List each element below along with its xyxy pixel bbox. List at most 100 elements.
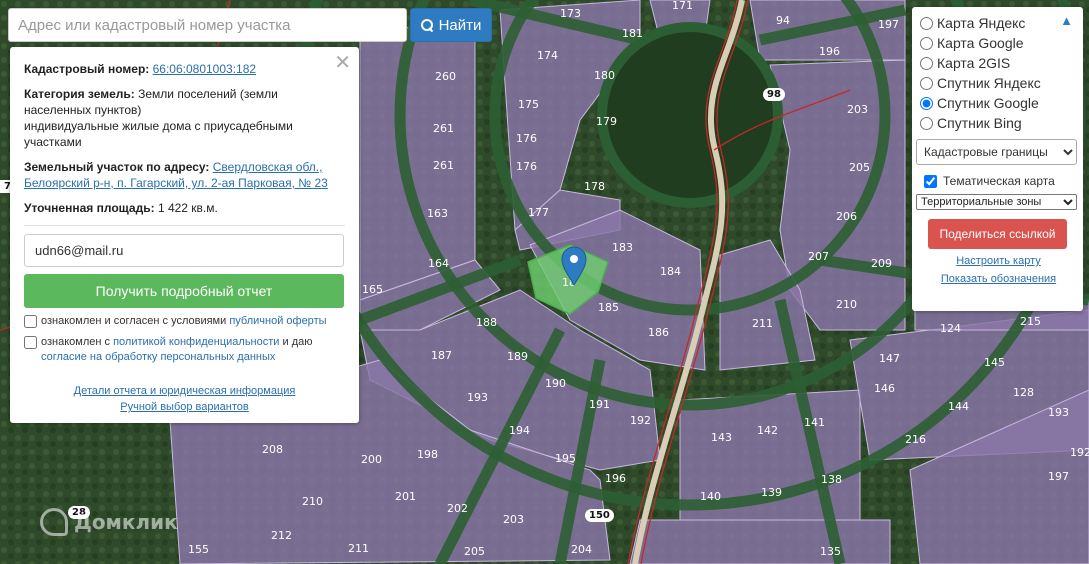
plot-number-label: 261	[433, 122, 454, 135]
watermark-text: Домклик	[74, 510, 178, 534]
plot-number-label: 216	[905, 433, 926, 446]
road-number-label: 150	[585, 509, 614, 522]
plot-number-label: 140	[700, 490, 721, 503]
plot-number-label: 190	[545, 377, 566, 390]
privacy-consent-mid: и даю	[282, 336, 313, 348]
plot-number-label: 186	[648, 326, 669, 339]
plot-number-label: 196	[819, 45, 840, 58]
boundaries-select[interactable]: Кадастровые границы	[916, 139, 1077, 165]
base-layer-option[interactable]: Карта Google	[920, 33, 1077, 53]
land-use-value: индивидуальные жилые дома с приусадебным…	[24, 119, 293, 149]
base-layer-label: Карта Google	[937, 35, 1024, 51]
close-icon[interactable]: ✕	[334, 53, 351, 73]
plot-number-label: 173	[560, 7, 581, 20]
base-layer-label: Спутник Google	[937, 95, 1039, 111]
base-layer-option[interactable]: Карта 2GIS	[920, 53, 1077, 73]
domclick-watermark: Домклик	[40, 508, 178, 536]
address-search-input[interactable]	[8, 8, 407, 42]
area-value: 1 422 кв.м.	[157, 201, 218, 215]
map-layer-panel: ▲ Карта Яндекс Карта Google Карта 2GIS Спут…	[912, 7, 1083, 311]
thematic-map-row[interactable]: Тематическая карта	[924, 174, 1077, 188]
show-legend-link[interactable]: Показать обозначения	[920, 273, 1077, 285]
base-layer-option[interactable]: Спутник Яндекс	[920, 73, 1077, 93]
plot-number-label: 203	[847, 103, 868, 116]
plot-number-label: 164	[428, 257, 449, 270]
get-report-button[interactable]: Получить подробный отчет	[24, 274, 344, 308]
base-layer-radio[interactable]	[920, 116, 933, 130]
plot-number-label: 211	[752, 317, 773, 330]
road-number-label: 98	[763, 88, 785, 101]
plot-number-label: 155	[188, 543, 209, 556]
plot-number-label: 171	[672, 0, 693, 12]
plot-number-label: 176	[516, 132, 537, 145]
data-processing-consent-link[interactable]: согласие на обработку персональных данны…	[41, 351, 275, 363]
plot-number-label: 202	[447, 502, 468, 515]
base-layer-option[interactable]: Спутник Google	[920, 93, 1077, 113]
base-layer-radio[interactable]	[920, 76, 933, 90]
info-footer-links: Детали отчета и юридическая информация Р…	[10, 383, 359, 415]
plot-number-label: 145	[984, 356, 1005, 369]
base-layer-radio[interactable]	[920, 16, 933, 30]
plot-number-label: 215	[1020, 315, 1041, 328]
thematic-map-checkbox[interactable]	[924, 174, 937, 188]
divider	[24, 225, 345, 226]
plot-number-label: 139	[761, 486, 782, 499]
base-layer-radio[interactable]	[920, 96, 933, 110]
territorial-zones-select[interactable]: Территориальные зоны	[916, 194, 1077, 210]
plot-number-label: 187	[431, 349, 452, 362]
base-layer-option[interactable]: Карта Яндекс	[920, 13, 1077, 33]
chevron-up-icon[interactable]: ▲	[1060, 13, 1073, 28]
configure-map-link[interactable]: Настроить карту	[920, 255, 1077, 267]
cadastral-number-row: Кадастровый номер: 66:06:0801003:182	[24, 61, 345, 77]
offer-consent-row[interactable]: ознакомлен и согласен с условиями публич…	[24, 314, 345, 329]
manual-selection-link[interactable]: Ручной выбор вариантов	[10, 399, 359, 415]
plot-number-label: 194	[509, 424, 530, 437]
base-layer-radio[interactable]	[920, 36, 933, 50]
plot-number-label: 183	[612, 241, 633, 254]
plot-number-label: 192	[630, 414, 651, 427]
base-layer-options: Карта Яндекс Карта Google Карта 2GIS Спутни…	[920, 13, 1077, 133]
plot-number-label: 201	[395, 490, 416, 503]
plot-number-label: 141	[804, 416, 825, 429]
report-details-link[interactable]: Детали отчета и юридическая информация	[10, 383, 359, 399]
plot-number-label: 197	[1048, 470, 1069, 483]
privacy-consent-label: ознакомлен с	[41, 336, 111, 348]
base-layer-radio[interactable]	[920, 56, 933, 70]
address-row: Земельный участок по адресу: Свердловска…	[24, 159, 345, 191]
offer-consent-text: ознакомлен и согласен с условиями публич…	[41, 314, 327, 329]
offer-consent-label: ознакомлен и согласен с условиями	[41, 315, 227, 327]
plot-number-label: 260	[435, 70, 456, 83]
plot-number-label: 211	[348, 542, 369, 555]
plot-number-label: 138	[821, 473, 842, 486]
plot-number-label: 94	[776, 14, 790, 27]
plot-number-label: 261	[433, 159, 454, 172]
plot-number-label: 193	[467, 391, 488, 404]
offer-consent-checkbox[interactable]	[24, 315, 37, 328]
share-link-button[interactable]: Поделиться ссылкой	[928, 219, 1067, 249]
base-layer-option[interactable]: Спутник Bing	[920, 113, 1077, 133]
privacy-policy-link[interactable]: политикой конфиденциальности	[113, 336, 279, 348]
plot-number-label: 146	[874, 382, 895, 395]
plot-number-label: 184	[660, 265, 681, 278]
base-layer-label: Спутник Bing	[937, 115, 1022, 131]
thematic-map-label: Тематическая карта	[943, 174, 1055, 188]
privacy-consent-checkbox[interactable]	[24, 336, 37, 349]
public-offer-link[interactable]: публичной оферты	[229, 315, 326, 327]
email-field[interactable]	[24, 234, 344, 267]
plot-number-label: 178	[584, 180, 605, 193]
base-layer-label: Спутник Яндекс	[937, 75, 1041, 91]
plot-number-label: 210	[836, 298, 857, 311]
plot-number-label: 163	[427, 207, 448, 220]
plot-info-panel: ✕ Кадастровый номер: 66:06:0801003:182 К…	[10, 47, 359, 423]
search-button[interactable]: Найти	[410, 8, 492, 42]
plot-number-label: 181	[622, 27, 643, 40]
cadastral-number-link[interactable]: 66:06:0801003:182	[153, 62, 256, 76]
plot-number-label: 179	[596, 115, 617, 128]
plot-number-label: 212	[271, 529, 292, 542]
privacy-consent-row[interactable]: ознакомлен с политикой конфиденциальност…	[24, 335, 345, 365]
plot-number-label: 180	[594, 69, 615, 82]
search-icon	[420, 19, 433, 31]
plot-number-label: 203	[503, 513, 524, 526]
plot-number-label: 176	[516, 160, 537, 173]
plot-number-label: 191	[589, 398, 610, 411]
